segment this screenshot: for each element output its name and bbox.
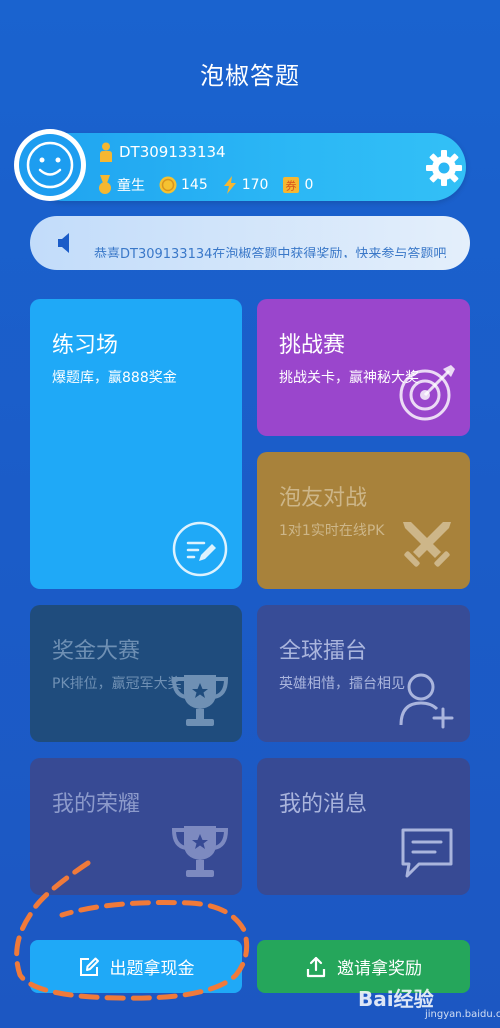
tile-title: 我的消息 xyxy=(279,792,368,817)
edit-document-icon xyxy=(172,521,228,577)
medal-icon xyxy=(99,175,111,194)
tile-my-messages[interactable]: 我的消息 xyxy=(257,758,470,895)
rank-label: 童生 xyxy=(117,178,145,194)
svg-text:券: 券 xyxy=(286,179,297,193)
tile-title: 挑战赛 xyxy=(279,333,346,358)
energy-value: 170 xyxy=(241,177,269,193)
notice-bar[interactable]: 恭喜DT309133134在泡椒答题中获得奖励，快来参与答题吧 xyxy=(30,216,470,270)
tile-subtitle: 爆题库，赢888奖金 xyxy=(52,370,177,386)
tile-subtitle: 1对1实时在线PK xyxy=(279,523,385,539)
tickets-value: 0 xyxy=(304,177,314,193)
notice-text: 恭喜DT309133134在泡椒答题中获得奖励，快来参与答题吧 xyxy=(94,247,447,258)
tile-subtitle: 英雄相惜，擂台相见 xyxy=(279,676,405,692)
dashed-highlight-annotation xyxy=(14,860,250,1001)
tickets-stat: 券 0 xyxy=(282,176,313,194)
tile-title: 泡友对战 xyxy=(279,486,368,511)
person-icon xyxy=(100,142,112,162)
tile-title: 奖金大赛 xyxy=(52,639,141,664)
avatar[interactable] xyxy=(14,129,86,201)
gear-icon[interactable] xyxy=(424,148,464,188)
smiley-avatar-icon xyxy=(26,141,74,189)
share-upload-icon xyxy=(306,956,326,977)
tile-title: 练习场 xyxy=(52,333,119,358)
target-icon xyxy=(399,365,455,421)
stats-row: 童生 145 170 券 0 xyxy=(97,175,327,195)
energy-stat: 170 xyxy=(222,176,269,194)
tile-title: 我的荣耀 xyxy=(52,792,141,817)
lightning-icon xyxy=(223,176,236,194)
ticket-icon: 券 xyxy=(283,177,300,193)
message-icon xyxy=(401,828,453,878)
user-id-row: DT309133134 xyxy=(99,142,226,162)
trophy-icon xyxy=(171,675,229,726)
coin-icon xyxy=(159,176,177,194)
invite-label: 邀请拿奖励 xyxy=(337,959,422,979)
coins-stat: 145 xyxy=(159,176,208,194)
watermark-url: jingyan.baidu.com xyxy=(425,1009,500,1020)
rank-stat: 童生 xyxy=(97,175,145,195)
tile-challenge[interactable]: 挑战赛 挑战关卡，赢神秘大奖 xyxy=(257,299,470,436)
add-user-icon xyxy=(399,673,454,729)
tile-prize-contest[interactable]: 奖金大赛 PK排位，赢冠军大奖 xyxy=(30,605,242,742)
tile-friend-battle[interactable]: 泡友对战 1对1实时在线PK xyxy=(257,452,470,589)
page-title: 泡椒答题 xyxy=(200,62,300,90)
coins-value: 145 xyxy=(181,177,208,193)
crossed-swords-icon xyxy=(403,522,451,567)
tile-subtitle: PK排位，赢冠军大奖 xyxy=(52,676,182,692)
tile-global-arena[interactable]: 全球擂台 英雄相惜，擂台相见 xyxy=(257,605,470,742)
tile-practice[interactable]: 练习场 爆题库，赢888奖金 xyxy=(30,299,242,589)
watermark-logo: Bai经验 xyxy=(358,987,434,1011)
tile-title: 全球擂台 xyxy=(279,639,368,664)
user-id: DT309133134 xyxy=(119,143,226,161)
speaker-icon xyxy=(58,233,69,253)
